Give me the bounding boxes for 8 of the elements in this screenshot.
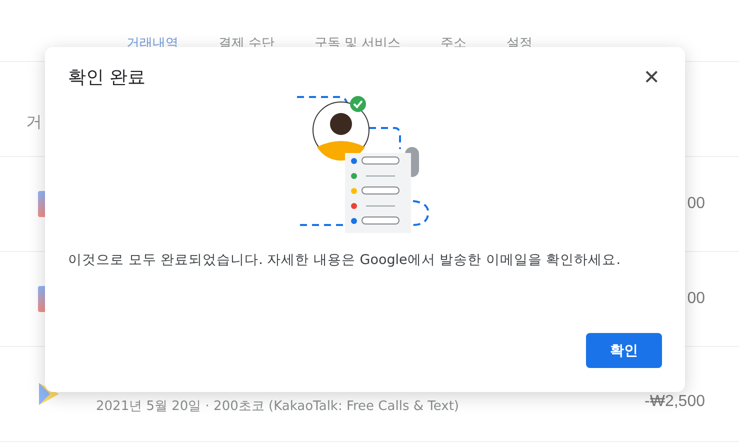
transaction-detail: 2021년 5월 20일 · 200초코 (KakaoTalk: Free Calls & Text) — [96, 398, 460, 415]
transaction-amount: -₩2,500 — [644, 393, 705, 411]
close-button[interactable]: ✕ — [641, 65, 662, 89]
transaction-amount: 00 — [687, 290, 705, 308]
confirm-button[interactable]: 확인 — [586, 333, 662, 368]
transaction-amount: 00 — [687, 195, 705, 213]
dialog-message: 이것으로 모두 완료되었습니다. 자세한 내용은 Google에서 발송한 이메일을 확인하세요. — [68, 251, 622, 269]
dialog-title: 확인 완료 — [68, 66, 146, 89]
